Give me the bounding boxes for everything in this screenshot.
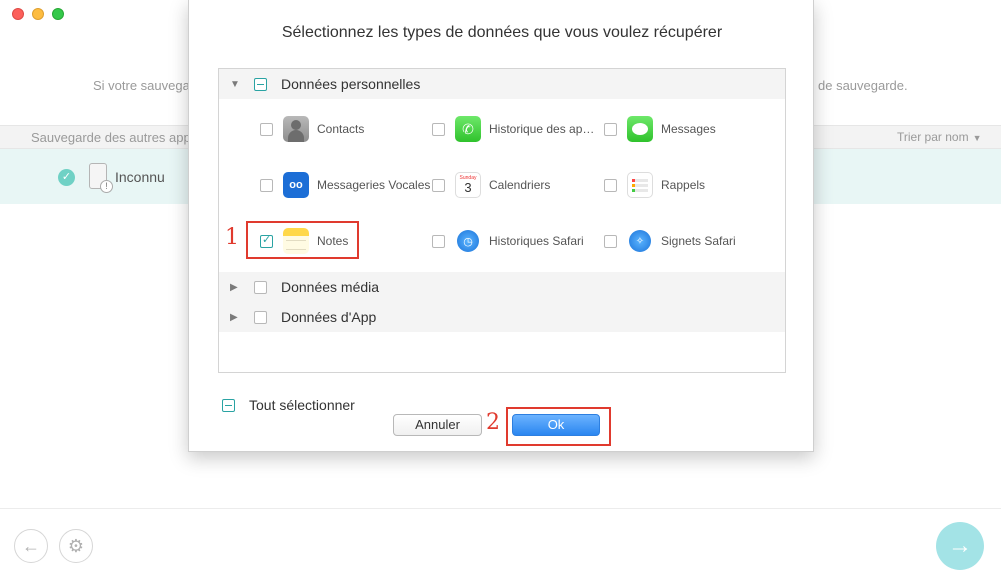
collapsed-triangle-icon[interactable]: ▶ bbox=[230, 282, 240, 293]
call-history-label: Historique des ap… bbox=[489, 122, 595, 136]
background-hint-text-right: de sauvegarde. bbox=[818, 78, 908, 93]
contacts-label: Contacts bbox=[317, 122, 365, 136]
device-name: Inconnu bbox=[115, 169, 165, 185]
select-all-label: Tout sélectionner bbox=[249, 397, 355, 413]
item-contacts[interactable]: Contacts bbox=[260, 114, 364, 144]
item-safari-history[interactable]: ◷ Historiques Safari bbox=[432, 226, 584, 256]
category-media-checkbox[interactable] bbox=[254, 280, 267, 294]
category-personal-data[interactable]: ▼ Données personnelles bbox=[219, 69, 785, 99]
phone-device-icon: ! bbox=[89, 163, 113, 193]
close-window-button[interactable] bbox=[12, 8, 24, 20]
cancel-button[interactable]: Annuler bbox=[393, 414, 482, 436]
calendar-icon: Sunday 3 bbox=[455, 172, 481, 198]
voicemail-icon: oo bbox=[283, 172, 309, 198]
messages-icon bbox=[627, 116, 653, 142]
item-reminders[interactable]: Rappels bbox=[604, 170, 705, 200]
safari-history-label: Historiques Safari bbox=[489, 234, 584, 248]
backup-list-title: Sauvegarde des autres app bbox=[31, 130, 191, 145]
category-app-label: Données d'App bbox=[281, 309, 377, 325]
arrow-left-icon: ← bbox=[22, 535, 40, 556]
arrow-right-icon: → bbox=[948, 532, 972, 559]
collapsed-triangle-icon[interactable]: ▶ bbox=[230, 312, 240, 323]
category-media-label: Données média bbox=[281, 279, 380, 295]
sort-label: Trier par nom bbox=[897, 130, 969, 144]
messages-checkbox[interactable] bbox=[604, 122, 617, 136]
safari-bookmarks-label: Signets Safari bbox=[661, 234, 736, 248]
safari-history-checkbox[interactable] bbox=[432, 234, 445, 248]
step-2-marker: 2 bbox=[486, 410, 500, 435]
contacts-checkbox[interactable] bbox=[260, 122, 273, 136]
item-call-history[interactable]: ✆ Historique des ap… bbox=[432, 114, 594, 144]
calendars-checkbox[interactable] bbox=[432, 178, 445, 192]
data-type-dialog: Sélectionnez les types de données que vo… bbox=[188, 0, 814, 452]
calendars-label: Calendriers bbox=[489, 178, 551, 192]
expanded-triangle-icon[interactable]: ▼ bbox=[230, 79, 240, 90]
back-button[interactable]: ← bbox=[14, 529, 48, 563]
highlight-notes-box bbox=[246, 221, 359, 259]
reminders-checkbox[interactable] bbox=[604, 178, 617, 192]
contacts-icon bbox=[283, 116, 309, 142]
select-all-control[interactable]: Tout sélectionner bbox=[222, 397, 355, 413]
category-media-data[interactable]: ▶ Données média bbox=[219, 272, 785, 302]
minimize-window-button[interactable] bbox=[32, 8, 44, 20]
safari-bookmarks-checkbox[interactable] bbox=[604, 234, 617, 248]
footer-bar: ← ⚙ → bbox=[0, 508, 1001, 581]
select-all-checkbox[interactable] bbox=[222, 398, 235, 412]
category-personal-checkbox[interactable] bbox=[254, 77, 267, 91]
gear-icon: ⚙ bbox=[67, 535, 85, 556]
item-messages[interactable]: Messages bbox=[604, 114, 716, 144]
category-personal-label: Données personnelles bbox=[281, 76, 421, 92]
maximize-window-button[interactable] bbox=[52, 8, 64, 20]
phone-icon: ✆ bbox=[455, 116, 481, 142]
item-safari-bookmarks[interactable]: ✧ Signets Safari bbox=[604, 226, 736, 256]
step-1-marker: 1 bbox=[225, 225, 239, 250]
highlight-ok-box bbox=[506, 407, 611, 446]
reminders-label: Rappels bbox=[661, 178, 706, 192]
reminders-icon bbox=[627, 172, 653, 198]
item-voicemail[interactable]: oo Messageries Vocales bbox=[260, 170, 430, 200]
background-hint-text-left: Si votre sauvega bbox=[93, 78, 190, 93]
voicemail-label: Messageries Vocales bbox=[317, 178, 431, 192]
category-app-data[interactable]: ▶ Données d'App bbox=[219, 302, 785, 332]
settings-button[interactable]: ⚙ bbox=[59, 529, 93, 563]
next-button[interactable]: → bbox=[936, 522, 984, 570]
sort-dropdown[interactable]: Trier par nom ▼ bbox=[897, 130, 982, 144]
messages-label: Messages bbox=[661, 122, 716, 136]
call-history-checkbox[interactable] bbox=[432, 122, 445, 136]
warning-icon: ! bbox=[100, 180, 113, 193]
window-controls bbox=[12, 8, 64, 20]
checkmark-icon: ✓ bbox=[58, 169, 75, 186]
safari-compass-icon: ✧ bbox=[627, 228, 653, 254]
voicemail-checkbox[interactable] bbox=[260, 178, 273, 192]
item-calendars[interactable]: Sunday 3 Calendriers bbox=[432, 170, 550, 200]
dialog-title: Sélectionnez les types de données que vo… bbox=[281, 24, 723, 41]
caret-down-icon: ▼ bbox=[972, 133, 982, 143]
history-clock-icon: ◷ bbox=[455, 228, 481, 254]
category-app-checkbox[interactable] bbox=[254, 310, 267, 324]
